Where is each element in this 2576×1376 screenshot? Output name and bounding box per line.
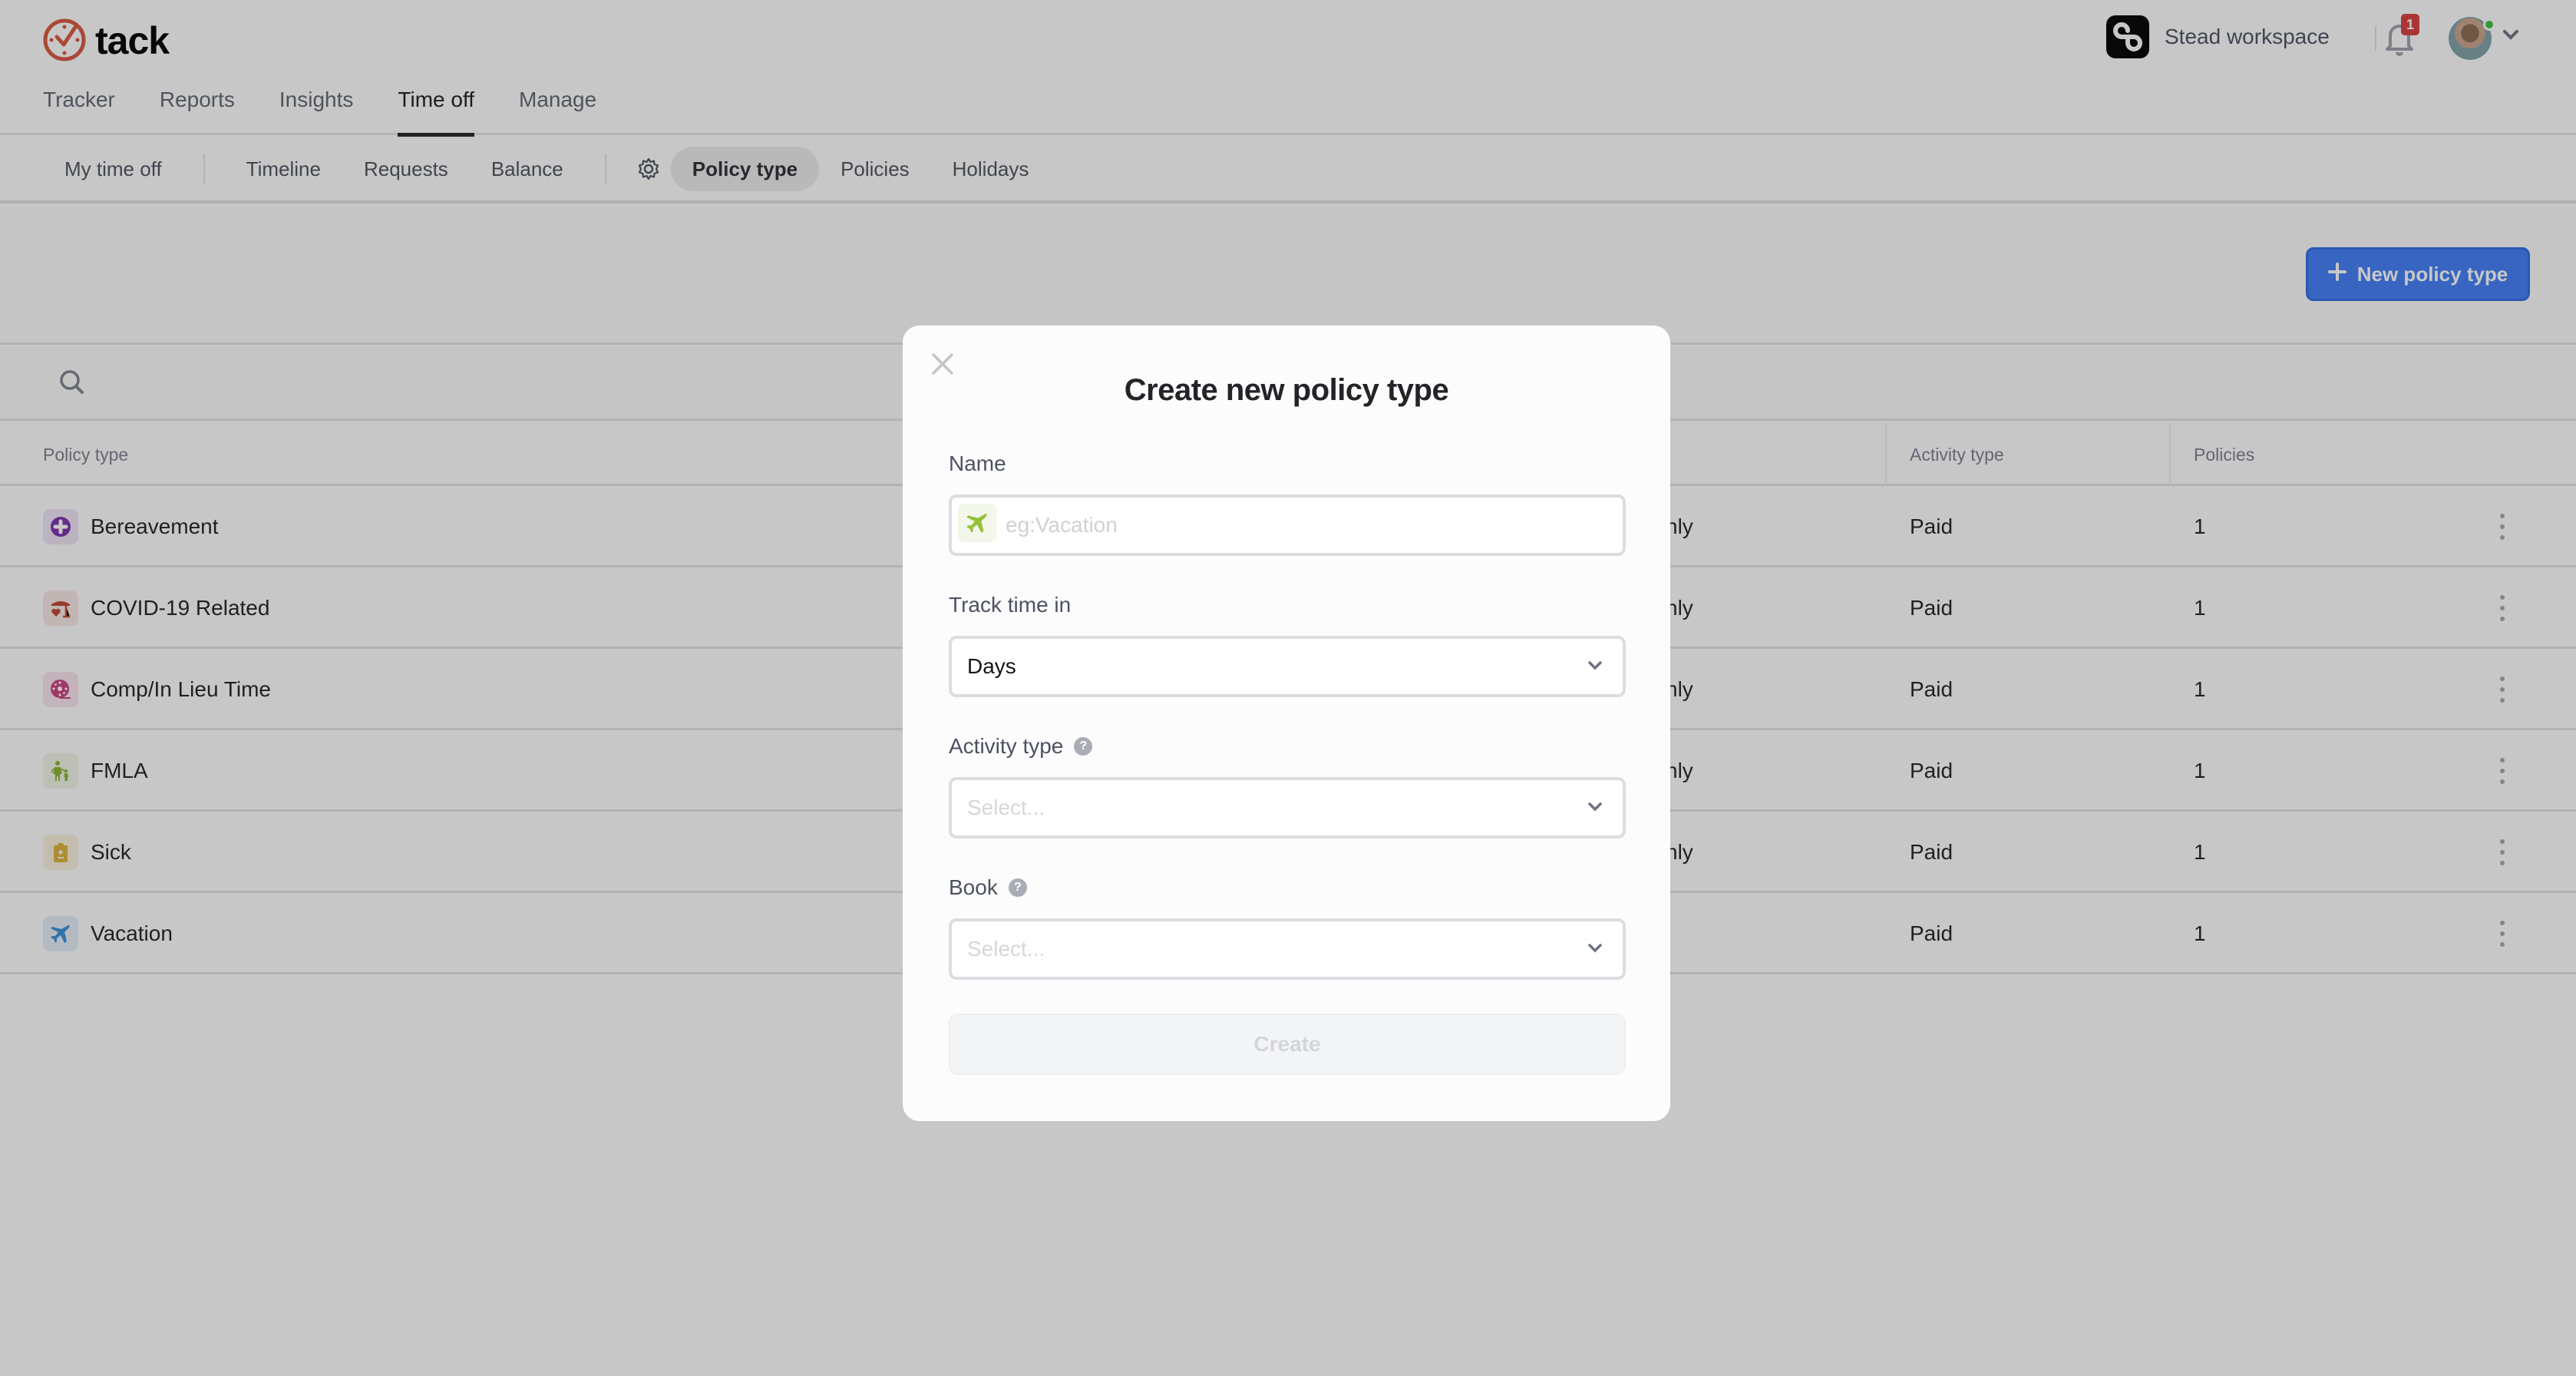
activity-type-placeholder: Select... xyxy=(967,796,1045,819)
chevron-down-icon xyxy=(1587,660,1603,675)
name-label: Name xyxy=(949,452,1006,476)
help-icon[interactable]: ? xyxy=(1074,737,1093,756)
track-time-value: Days xyxy=(967,654,1016,678)
name-field[interactable] xyxy=(949,495,1626,556)
book-label: Book ? xyxy=(949,875,1027,900)
chevron-down-icon xyxy=(1587,943,1603,958)
help-icon[interactable]: ? xyxy=(1008,878,1027,897)
track-time-label: Track time in xyxy=(949,593,1071,617)
name-label-text: Name xyxy=(949,452,1006,475)
activity-type-label-text: Activity type xyxy=(949,734,1064,758)
create-button[interactable]: Create xyxy=(949,1014,1626,1075)
chevron-down-icon xyxy=(1587,802,1603,816)
airplane-icon[interactable] xyxy=(958,504,996,542)
track-time-label-text: Track time in xyxy=(949,593,1072,617)
activity-type-select[interactable]: Select... xyxy=(949,777,1626,838)
modal-title: Create new policy type xyxy=(1124,373,1449,407)
book-select[interactable]: Select... xyxy=(949,918,1626,980)
create-policy-type-modal: Create new policy type Name Track time i… xyxy=(903,326,1670,1121)
track-time-select[interactable]: Days xyxy=(949,636,1626,697)
activity-type-label: Activity type ? xyxy=(949,734,1093,759)
name-input[interactable] xyxy=(1006,498,1612,553)
book-placeholder: Select... xyxy=(967,937,1045,961)
book-label-text: Book xyxy=(949,875,998,899)
